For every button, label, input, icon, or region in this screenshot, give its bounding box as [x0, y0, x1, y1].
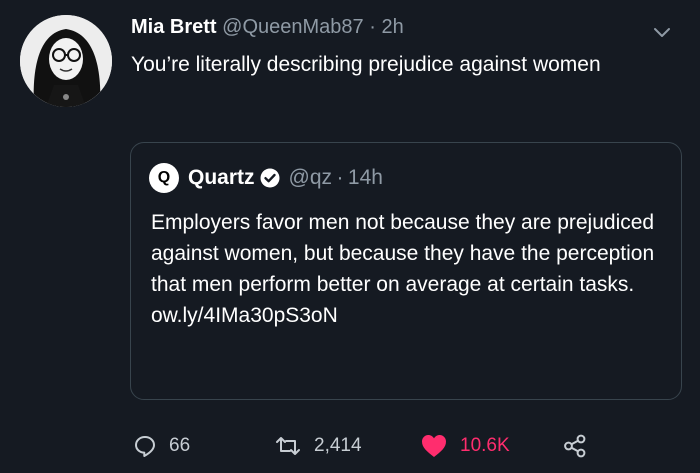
heart-icon: [422, 435, 446, 457]
quoted-handle[interactable]: @qz: [289, 166, 333, 190]
reply-button[interactable]: 66: [133, 431, 190, 461]
like-count: 10.6K: [460, 435, 510, 456]
quoted-author-name[interactable]: Quartz: [188, 166, 255, 190]
quoted-time[interactable]: 14h: [348, 166, 383, 190]
quoted-text: Employers favor men not because they are…: [151, 211, 655, 327]
avatar[interactable]: [20, 15, 112, 107]
quoted-tweet[interactable]: Q Quartz @qz · 14h Employers favor men no…: [130, 142, 682, 400]
author-handle[interactable]: @QueenMab87: [222, 16, 364, 38]
tweet-header: Mia Brett @QueenMab87 · 2h: [131, 14, 404, 40]
quartz-logo[interactable]: Q: [149, 163, 179, 193]
quoted-header: Q Quartz @qz · 14h: [149, 163, 383, 193]
author-name[interactable]: Mia Brett: [131, 16, 217, 38]
like-button[interactable]: 10.6K: [420, 431, 510, 461]
reply-count: 66: [169, 435, 191, 456]
share-button[interactable]: [562, 431, 600, 461]
avatar-image: [20, 15, 112, 107]
separator-dot: ·: [336, 166, 344, 189]
action-bar: 66 2,414 10.6K: [0, 431, 700, 461]
reply-icon: [135, 436, 155, 457]
tweet-text: You’re literally describing prejudice ag…: [131, 53, 601, 76]
retweet-icon: [276, 437, 300, 455]
chevron-down-icon[interactable]: [652, 26, 672, 40]
separator-dot: ·: [369, 16, 376, 38]
tweet-time[interactable]: 2h: [381, 16, 403, 38]
retweet-button[interactable]: 2,414: [274, 431, 362, 461]
verified-badge-icon: [260, 168, 280, 188]
share-icon: [564, 434, 586, 458]
retweet-count: 2,414: [314, 435, 362, 456]
